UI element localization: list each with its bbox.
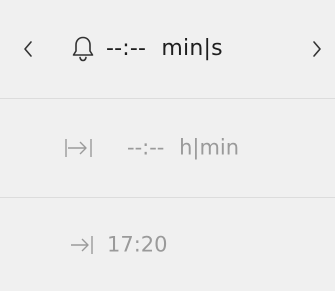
duration-unit: h|min bbox=[179, 135, 240, 160]
duration-row: --:-- h|min bbox=[0, 99, 335, 197]
bell-icon bbox=[71, 35, 95, 63]
duration-time: --:-- bbox=[127, 135, 165, 160]
arrow-to-end-icon bbox=[70, 234, 94, 256]
arrival-time: 17:20 bbox=[107, 232, 168, 257]
span-arrow-icon bbox=[64, 137, 94, 159]
arrival-row: 17:20 bbox=[0, 198, 335, 291]
countdown-row: --:-- min|s bbox=[0, 0, 335, 98]
countdown-value: --:-- min|s bbox=[106, 36, 223, 61]
chevron-right-icon[interactable] bbox=[305, 34, 329, 64]
timer-panel: --:-- min|s --:-- h|min 17:20 bbox=[0, 0, 335, 291]
countdown-time: --:-- bbox=[106, 36, 147, 61]
duration-value: --:-- h|min bbox=[127, 136, 239, 160]
chevron-left-icon[interactable] bbox=[16, 34, 40, 64]
countdown-unit: min|s bbox=[161, 36, 223, 61]
